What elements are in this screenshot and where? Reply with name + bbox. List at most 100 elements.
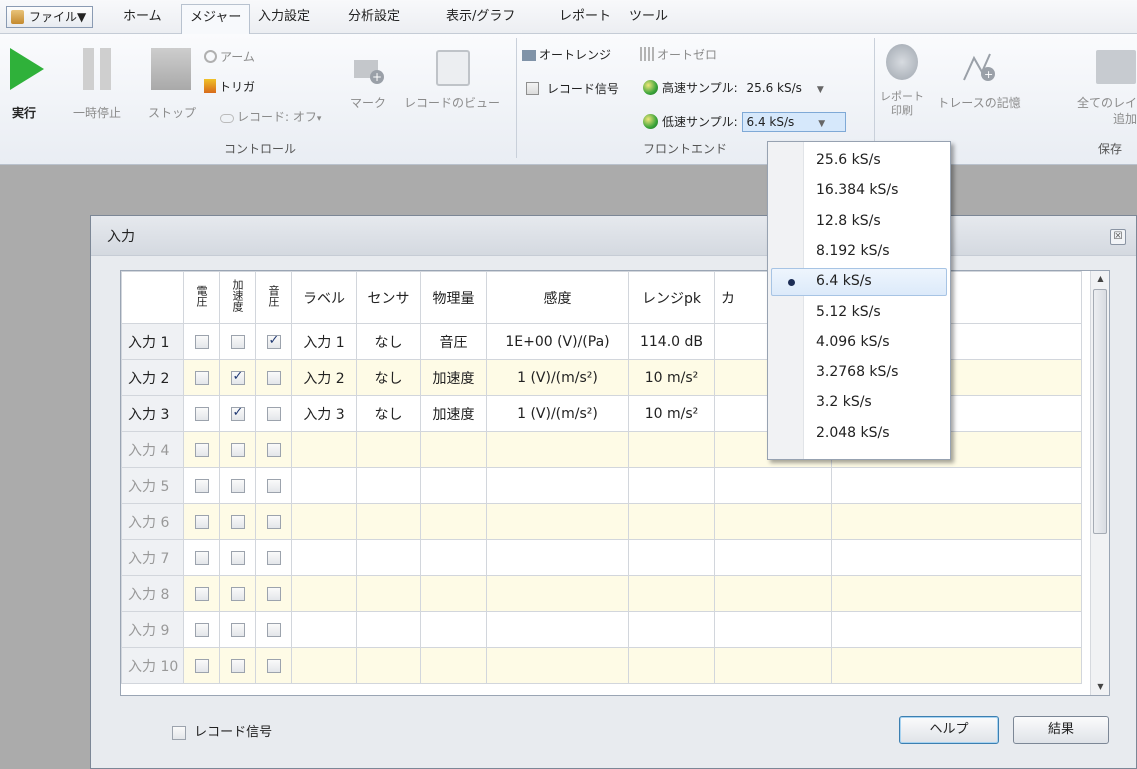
sampling-cell[interactable] <box>831 575 1082 612</box>
sensitivity-cell[interactable] <box>486 503 629 540</box>
range-cell[interactable]: 10 m/s² <box>628 359 715 396</box>
checkbox[interactable] <box>266 514 281 529</box>
dropdown-option[interactable]: 6.4 kS/s <box>816 272 872 290</box>
sampling-cell[interactable] <box>831 503 1082 540</box>
table-row[interactable]: 入力 5 <box>121 467 1082 504</box>
row-header[interactable]: 入力 3 <box>121 395 184 432</box>
checkbox[interactable] <box>194 658 209 673</box>
sensor-cell[interactable]: なし <box>356 323 421 360</box>
checkbox[interactable] <box>230 442 245 457</box>
dropdown-option[interactable]: 8.192 kS/s <box>816 242 890 260</box>
table-row[interactable]: 入力 9 <box>121 611 1082 648</box>
checkbox[interactable] <box>266 658 281 673</box>
sensitivity-cell[interactable]: 1E+00 (V)/(Pa) <box>486 323 629 360</box>
help-button[interactable]: ヘルプ <box>899 716 999 744</box>
quantity-cell[interactable] <box>420 539 487 576</box>
label-cell[interactable] <box>291 431 357 468</box>
trigger-button[interactable]: トリガ <box>204 78 255 95</box>
checkbox[interactable] <box>230 478 245 493</box>
dropdown-option[interactable]: 3.2768 kS/s <box>816 363 898 381</box>
checkbox[interactable] <box>194 478 209 493</box>
range-cell[interactable] <box>628 431 715 468</box>
coupling-cell[interactable] <box>714 503 832 540</box>
checkbox[interactable] <box>230 514 245 529</box>
dropdown-option[interactable]: 2.048 kS/s <box>816 424 890 442</box>
col-sound-pressure[interactable]: 音圧 <box>255 271 292 324</box>
col-acceleration[interactable]: 加速度 <box>219 271 256 324</box>
record-signal-box[interactable] <box>526 82 539 95</box>
label-cell[interactable]: 入力 1 <box>291 323 357 360</box>
dialog-record-signal[interactable]: レコード信号 <box>172 721 272 740</box>
quantity-cell[interactable]: 加速度 <box>420 395 487 432</box>
col-range[interactable]: レンジpk <box>628 271 715 324</box>
checkbox[interactable] <box>266 586 281 601</box>
dropdown-option[interactable]: 25.6 kS/s <box>816 151 881 169</box>
checkbox[interactable] <box>230 369 245 385</box>
checkbox[interactable] <box>266 550 281 565</box>
report-print-button[interactable]: レポート 印刷 <box>876 44 928 124</box>
label-cell[interactable]: 入力 3 <box>291 395 357 432</box>
quantity-cell[interactable]: 音圧 <box>420 323 487 360</box>
sensor-cell[interactable]: なし <box>356 359 421 396</box>
sensitivity-cell[interactable]: 1 (V)/(m/s²) <box>486 395 629 432</box>
row-header[interactable]: 入力 1 <box>121 323 184 360</box>
coupling-cell[interactable] <box>714 611 832 648</box>
row-header[interactable]: 入力 7 <box>121 539 184 576</box>
checkbox[interactable] <box>194 586 209 601</box>
arm-button[interactable]: アーム <box>204 48 255 65</box>
table-row[interactable]: 入力 8 <box>121 575 1082 612</box>
sensor-cell[interactable] <box>356 575 421 612</box>
row-header[interactable]: 入力 6 <box>121 503 184 540</box>
sampling-cell[interactable] <box>831 647 1082 684</box>
tab-home[interactable]: ホーム <box>123 8 162 26</box>
range-cell[interactable] <box>628 575 715 612</box>
coupling-cell[interactable] <box>714 467 832 504</box>
row-header[interactable]: 入力 4 <box>121 431 184 468</box>
checkbox[interactable] <box>194 442 209 457</box>
sensitivity-cell[interactable] <box>486 575 629 612</box>
checkbox[interactable] <box>230 586 245 601</box>
tab-report[interactable]: レポート <box>559 8 611 26</box>
label-cell[interactable] <box>291 503 357 540</box>
mark-button[interactable]: + マーク <box>338 50 398 130</box>
sampling-cell[interactable] <box>831 611 1082 648</box>
checkbox[interactable] <box>194 334 209 349</box>
sampling-cell[interactable] <box>831 539 1082 576</box>
auto-range-button[interactable]: オートレンジ <box>522 46 611 63</box>
label-cell[interactable] <box>291 539 357 576</box>
checkbox[interactable] <box>194 550 209 565</box>
checkbox[interactable] <box>230 622 245 637</box>
close-icon[interactable]: ☒ <box>1110 229 1126 245</box>
checkbox[interactable] <box>266 370 281 385</box>
range-cell[interactable] <box>628 647 715 684</box>
scroll-thumb[interactable] <box>1093 289 1107 534</box>
sampling-cell[interactable] <box>831 467 1082 504</box>
range-cell[interactable] <box>628 503 715 540</box>
record-view-button[interactable]: レコードのビュー <box>398 50 506 130</box>
col-quantity[interactable]: 物理量 <box>420 271 487 324</box>
pause-button[interactable]: 一時停止 <box>64 48 130 128</box>
col-label[interactable]: ラベル <box>291 271 357 324</box>
coupling-cell[interactable] <box>714 539 832 576</box>
dropdown-option[interactable]: 16.384 kS/s <box>816 181 898 199</box>
dialog-titlebar[interactable]: 入力 ☒ <box>91 216 1136 256</box>
grid-scrollbar[interactable]: ▲ ▼ <box>1090 271 1109 695</box>
quantity-cell[interactable] <box>420 503 487 540</box>
tab-display-graph[interactable]: 表示/グラフ <box>446 8 515 26</box>
dropdown-option[interactable]: 5.12 kS/s <box>816 303 881 321</box>
sensitivity-cell[interactable] <box>486 431 629 468</box>
sensitivity-cell[interactable] <box>486 539 629 576</box>
coupling-cell[interactable] <box>714 575 832 612</box>
trace-memory-button[interactable]: + トレースの記憶 <box>930 50 1028 130</box>
coupling-cell[interactable] <box>714 647 832 684</box>
checkbox[interactable] <box>230 334 245 349</box>
row-header[interactable]: 入力 2 <box>121 359 184 396</box>
sensitivity-cell[interactable]: 1 (V)/(m/s²) <box>486 359 629 396</box>
auto-zero-button[interactable]: オートゼロ <box>640 46 717 63</box>
sensor-cell[interactable] <box>356 503 421 540</box>
checkbox[interactable] <box>194 370 209 385</box>
label-cell[interactable] <box>291 647 357 684</box>
row-header[interactable]: 入力 9 <box>121 611 184 648</box>
dropdown-option[interactable]: 12.8 kS/s <box>816 212 881 230</box>
low-rate-value[interactable]: 6.4 kS/s ▼ <box>741 112 846 132</box>
